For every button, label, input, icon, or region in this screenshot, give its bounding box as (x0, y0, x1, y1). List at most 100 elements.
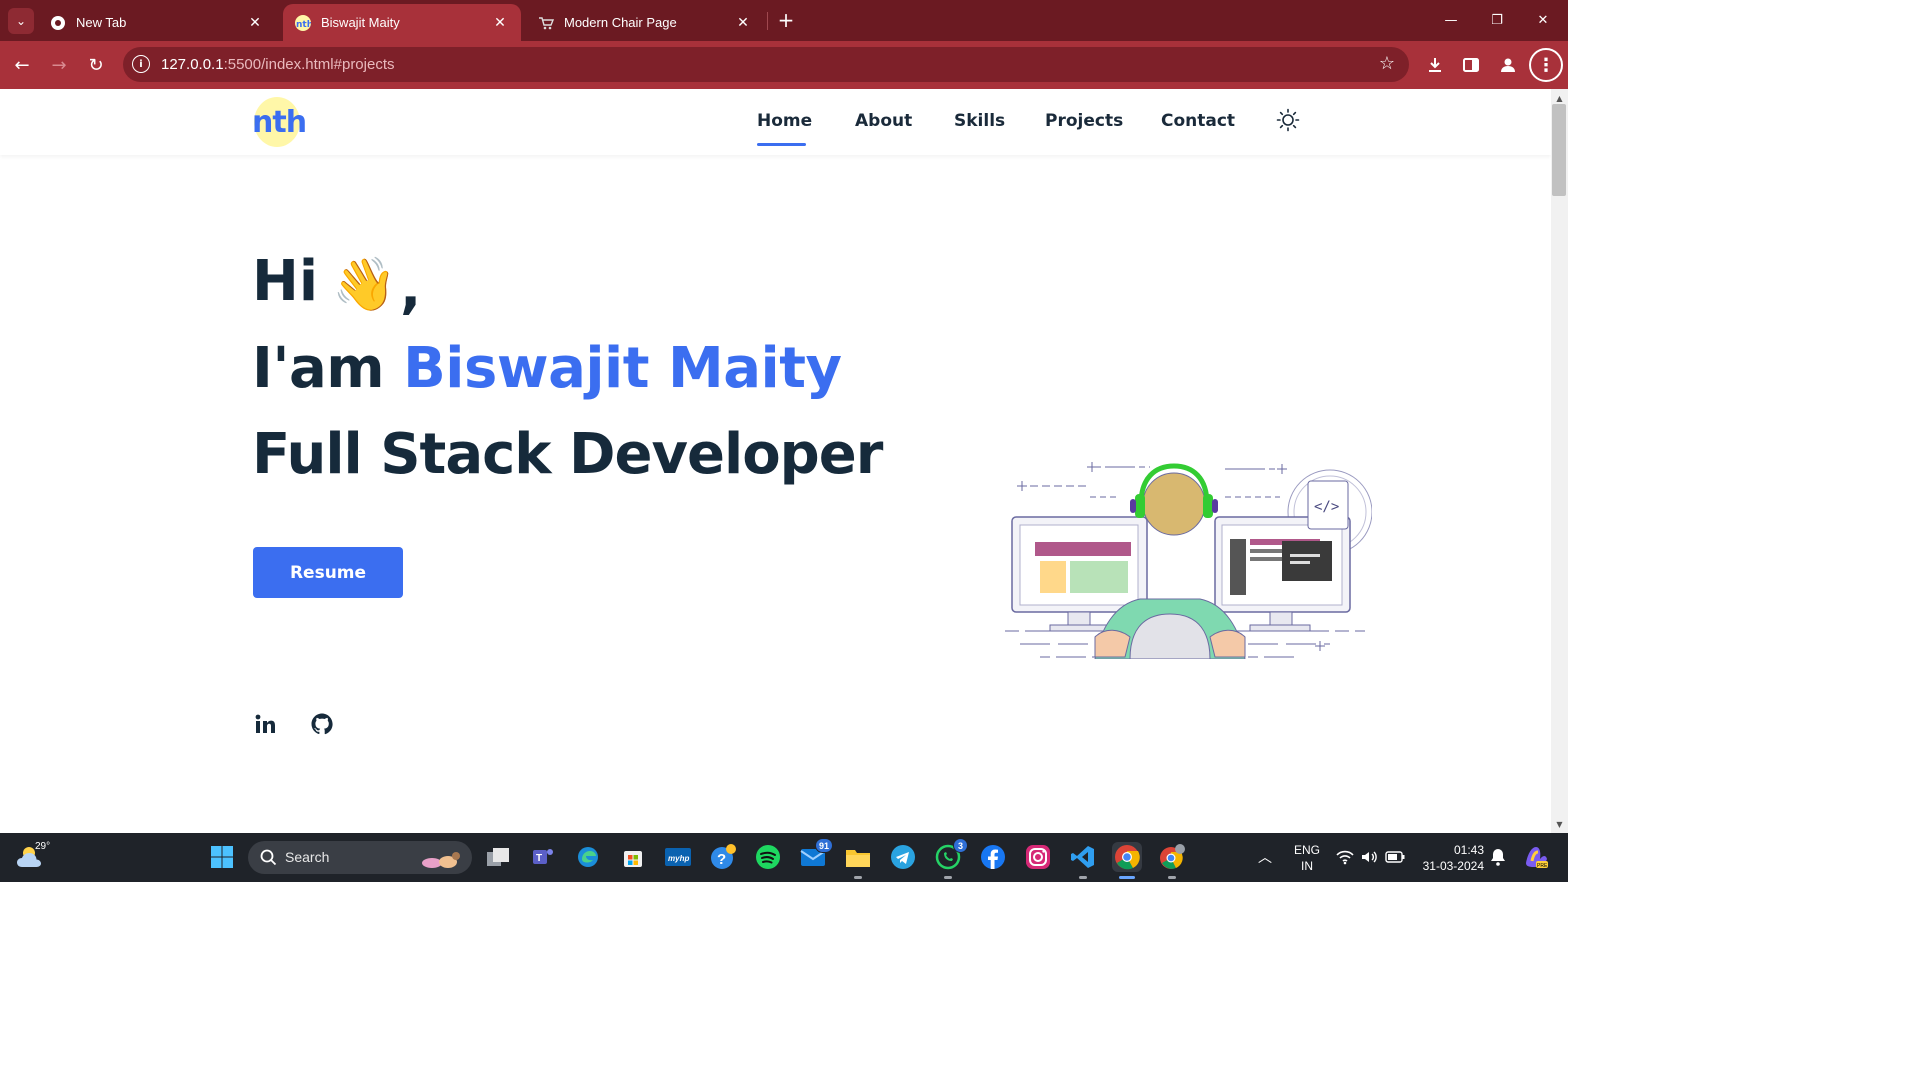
volume-icon[interactable] (1360, 849, 1378, 870)
instagram-app[interactable] (1023, 842, 1053, 872)
restore-button[interactable]: ❐ (1474, 6, 1520, 34)
tab-biswajit-maity[interactable]: nth Biswajit Maity ✕ (283, 4, 521, 41)
whatsapp-app[interactable]: 3 (933, 838, 968, 879)
download-icon[interactable] (1423, 53, 1447, 77)
windows-logo-icon (211, 846, 233, 868)
svg-text:PRE: PRE (1537, 863, 1548, 869)
weather-widget[interactable]: 29° (16, 841, 52, 875)
url-text[interactable]: 127.0.0.1:5500/index.html#projects (161, 56, 395, 73)
weather-temp: 29° (35, 841, 51, 852)
profile-icon[interactable] (1496, 53, 1520, 77)
svg-text:?: ? (717, 851, 726, 868)
nav-skills[interactable]: Skills (954, 111, 1005, 131)
reload-button[interactable]: ↻ (82, 51, 110, 79)
nav-contact[interactable]: Contact (1161, 111, 1235, 131)
facebook-app[interactable] (978, 842, 1008, 872)
help-icon: ? (711, 844, 736, 869)
nav-about[interactable]: About (855, 111, 912, 131)
tab-new-tab[interactable]: New Tab ✕ (38, 4, 276, 41)
page-viewport: nth Home About Skills Projects Contact H… (0, 89, 1551, 833)
back-button[interactable]: ← (8, 51, 36, 79)
windows-start-button[interactable] (207, 842, 237, 872)
nth-favicon: nth (295, 14, 311, 31)
linkedin-icon[interactable] (252, 711, 278, 737)
edge-app[interactable] (573, 842, 603, 872)
new-tab-button[interactable]: + (775, 8, 797, 32)
site-header: nth Home About Skills Projects Contact (0, 89, 1551, 155)
vscode-app[interactable] (1068, 842, 1098, 879)
help-app[interactable]: ? (708, 842, 738, 872)
close-icon: ✕ (1537, 12, 1549, 28)
tab-modern-chair-page[interactable]: Modern Chair Page ✕ (526, 4, 764, 41)
myhp-app[interactable]: myhp (663, 842, 693, 872)
forward-button[interactable]: → (45, 51, 73, 79)
tab-separator (767, 12, 768, 30)
browser-menu-button[interactable]: ⋮ (1529, 48, 1563, 82)
side-panel-icon[interactable] (1459, 53, 1483, 77)
chrome-app[interactable] (1112, 842, 1142, 879)
bookmark-star-icon[interactable]: ☆ (1379, 53, 1395, 74)
hero-name: Biswajit Maity (403, 336, 842, 401)
scroll-down-icon[interactable]: ▼ (1551, 817, 1568, 831)
address-bar[interactable]: i 127.0.0.1:5500/index.html#projects ☆ (123, 47, 1409, 82)
wifi-icon[interactable] (1336, 849, 1354, 870)
svg-text:myhp: myhp (668, 854, 689, 863)
close-icon[interactable]: ✕ (491, 14, 509, 31)
teams-app[interactable]: T (528, 842, 558, 872)
svg-text:T: T (536, 853, 542, 864)
file-explorer-app[interactable] (843, 842, 873, 879)
store-app[interactable] (618, 842, 648, 872)
search-icon (260, 849, 277, 866)
site-logo[interactable]: nth (252, 97, 307, 149)
copilot-icon[interactable]: PRE (1522, 843, 1550, 876)
resume-button[interactable]: Resume (253, 547, 403, 598)
mail-app[interactable]: 91 (798, 838, 833, 872)
scroll-up-icon[interactable]: ▲ (1551, 91, 1568, 105)
notification-bell-icon[interactable] (1490, 848, 1506, 871)
teams-icon: T (533, 849, 553, 864)
sun-icon[interactable] (1276, 108, 1300, 132)
page-scrollbar[interactable] (1551, 89, 1568, 833)
clock[interactable]: 01:43 31-03-2024 (1418, 842, 1484, 874)
github-icon[interactable] (309, 711, 335, 737)
close-window-button[interactable]: ✕ (1520, 6, 1566, 34)
running-indicator (854, 876, 862, 879)
running-indicator (944, 876, 952, 879)
hero-comma: , (400, 256, 422, 321)
svg-text:</>: </> (1314, 499, 1339, 515)
browser-toolbar: ← → ↻ i 127.0.0.1:5500/index.html#projec… (0, 41, 1568, 89)
restore-icon: ❐ (1491, 12, 1503, 28)
minimize-button[interactable]: — (1428, 6, 1474, 34)
tab-title: New Tab (76, 15, 127, 30)
folder-icon (846, 850, 870, 867)
language-indicator[interactable]: ENG IN (1294, 842, 1320, 874)
task-view-app[interactable] (483, 842, 513, 872)
site-info-icon[interactable]: i (132, 55, 150, 73)
clock-time: 01:43 (1453, 843, 1484, 857)
more-vertical-icon: ⋮ (1537, 54, 1555, 76)
tab-title: Modern Chair Page (564, 15, 677, 30)
telegram-app[interactable] (888, 842, 918, 872)
telegram-icon (891, 845, 915, 869)
close-icon[interactable]: ✕ (734, 14, 752, 31)
spotify-app[interactable] (753, 842, 783, 872)
show-hidden-icons-button[interactable]: ︿ (1258, 847, 1272, 867)
taskbar-search[interactable]: Search (248, 841, 472, 874)
tab-search-button[interactable]: ⌄ (8, 8, 34, 34)
language-code: ENG (1294, 843, 1321, 857)
battery-icon[interactable] (1385, 850, 1405, 869)
close-icon[interactable]: ✕ (246, 14, 264, 31)
reload-icon: ↻ (88, 54, 104, 76)
region-code: IN (1301, 859, 1313, 873)
nav-projects[interactable]: Projects (1045, 111, 1123, 131)
chrome-icon (50, 15, 66, 31)
whatsapp-badge: 3 (953, 838, 968, 853)
hero-greeting: Hi (252, 249, 319, 314)
developer-illustration: </> (1005, 462, 1372, 659)
spotify-icon (756, 845, 780, 869)
scrollbar-thumb[interactable] (1552, 104, 1566, 196)
nav-home[interactable]: Home (757, 111, 812, 131)
chrome-profile-app[interactable] (1157, 842, 1187, 879)
browser-tab-strip: ⌄ New Tab ✕ nth Biswajit Maity ✕ Modern … (0, 0, 1568, 41)
search-label: Search (285, 849, 330, 865)
